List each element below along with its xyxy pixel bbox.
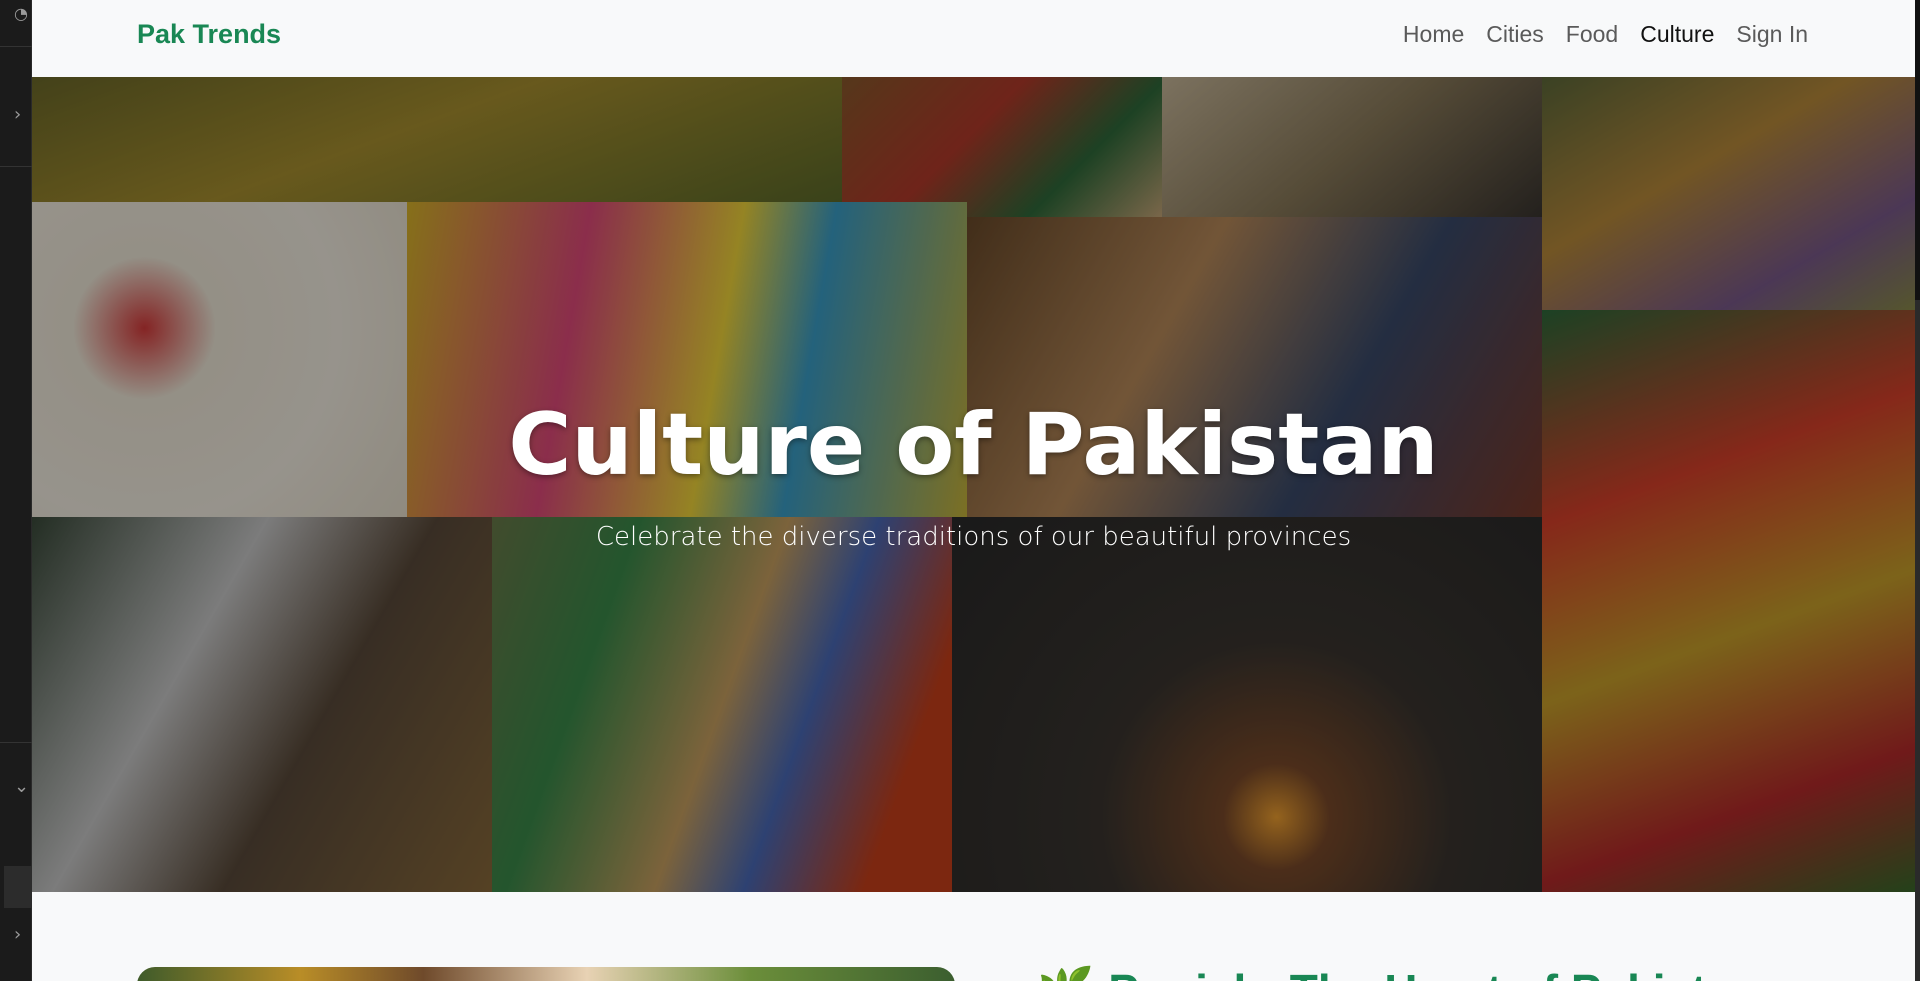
nav-link-culture[interactable]: Culture (1629, 21, 1725, 48)
hero-title: Culture of Pakistan (508, 395, 1439, 495)
editor-side-strip: ◔ › ⌄ › (0, 0, 32, 981)
nav-link-home[interactable]: Home (1392, 21, 1475, 48)
chevron-right-icon[interactable]: › (14, 926, 21, 944)
section-heading: 🌿 Punjab: The Heart of Pakist (1037, 964, 1706, 981)
navbar: Pak Trends Home Cities Food Culture Sign… (32, 0, 1915, 77)
divider (0, 46, 32, 47)
hero-subtitle: Celebrate the diverse traditions of our … (595, 522, 1352, 552)
chevron-right-icon[interactable]: › (14, 106, 21, 124)
section-image (137, 967, 955, 981)
nav-link-food[interactable]: Food (1555, 21, 1629, 48)
chevron-down-icon[interactable]: ⌄ (14, 778, 29, 796)
web-page: Pak Trends Home Cities Food Culture Sign… (32, 0, 1915, 981)
nav-links: Home Cities Food Culture Sign In (1392, 21, 1819, 48)
hero-banner: Culture of Pakistan Celebrate the divers… (32, 77, 1915, 892)
nav-link-cities[interactable]: Cities (1475, 21, 1555, 48)
editor-panel-button[interactable] (4, 866, 32, 908)
nav-link-sign-in[interactable]: Sign In (1725, 21, 1819, 48)
scrollbar[interactable] (1915, 0, 1920, 981)
brand-logo[interactable]: Pak Trends (137, 19, 281, 50)
divider (0, 166, 32, 167)
partial-circle-icon: ◔ (14, 4, 28, 23)
content-section: 🌿 Punjab: The Heart of Pakist (32, 892, 1915, 981)
scrollbar-thumb[interactable] (1915, 0, 1920, 300)
divider (0, 742, 32, 743)
leaf-icon: 🌿 (1037, 965, 1094, 981)
section-heading-text: Punjab: The Heart of Pakist (1108, 965, 1706, 981)
